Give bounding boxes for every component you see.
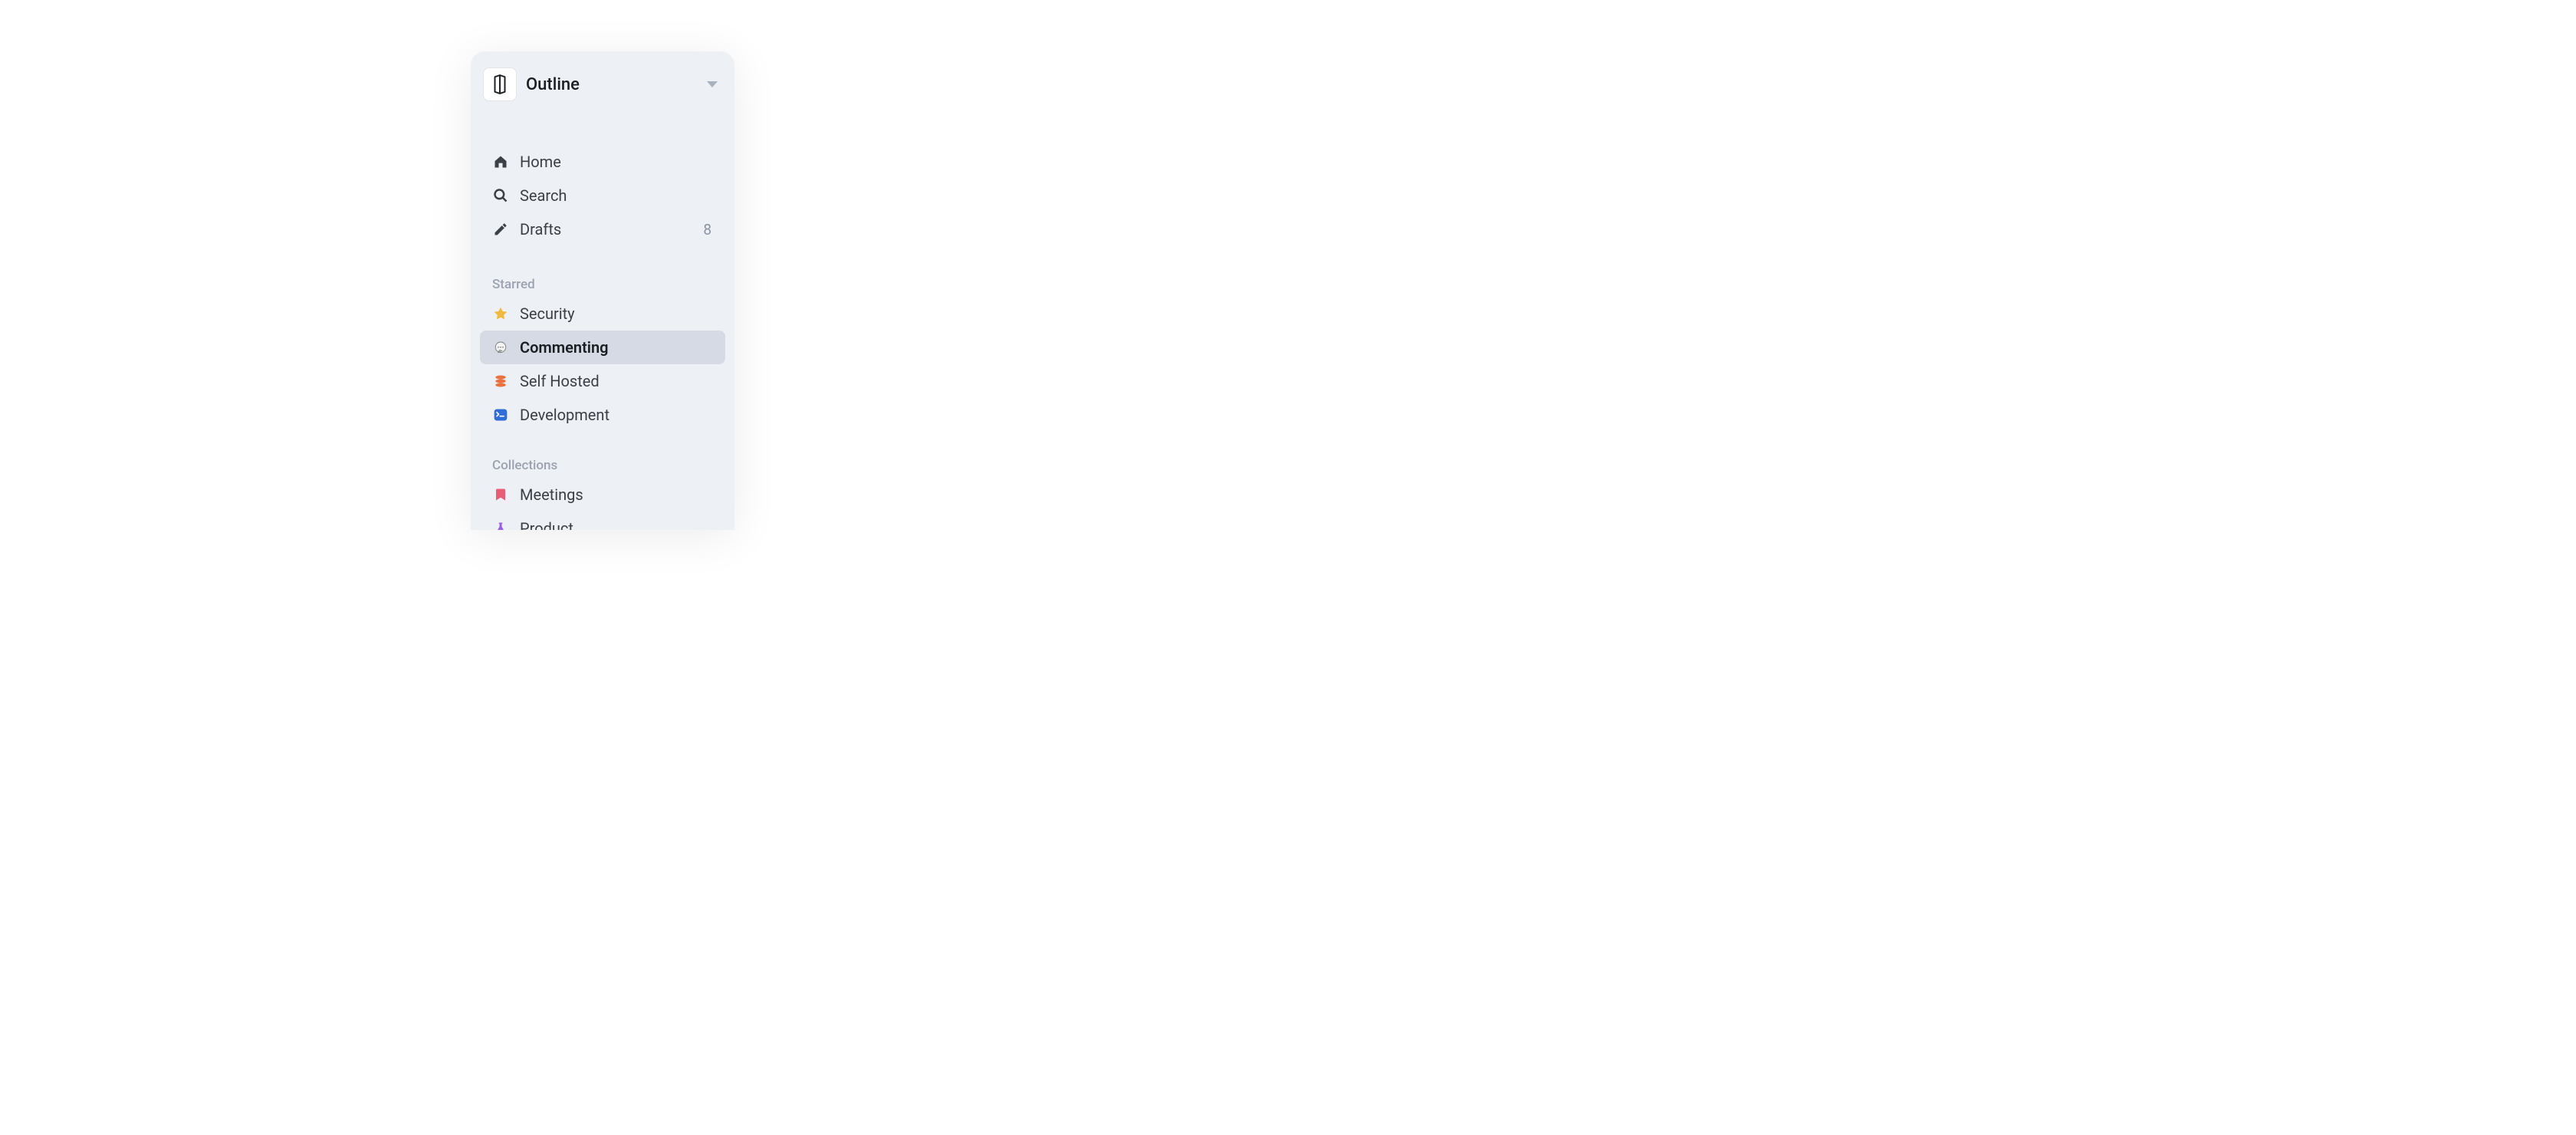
nav-home[interactable]: Home (480, 145, 725, 179)
collections-section-header: Collections (477, 450, 728, 478)
starred-item-label: Security (520, 304, 713, 323)
nav-drafts-label: Drafts (520, 220, 703, 239)
starred-item-label: Self Hosted (520, 372, 713, 390)
starred-section-header: Starred (477, 269, 728, 297)
starred-item-development[interactable]: Development (480, 398, 725, 432)
search-icon (492, 187, 509, 204)
flask-icon (492, 520, 509, 530)
stack-icon (492, 373, 509, 390)
nav-search[interactable]: Search (480, 179, 725, 212)
terminal-icon (492, 406, 509, 423)
starred-item-label: Development (520, 406, 713, 424)
drafts-count-badge: 8 (703, 221, 711, 239)
starred-item-commenting[interactable]: Commenting (480, 331, 725, 364)
star-icon (492, 305, 509, 322)
starred-item-security[interactable]: Security (480, 297, 725, 331)
workspace-logo (483, 67, 517, 101)
collection-item-label: Meetings (520, 485, 713, 504)
chat-bubble-icon (492, 339, 509, 356)
workspace-switcher[interactable]: Outline (477, 67, 728, 102)
collection-item-product[interactable]: Product (480, 512, 725, 530)
sidebar: Outline Home Search (471, 51, 734, 530)
collection-item-label: Product (520, 519, 713, 530)
primary-nav: Home Search Drafts 8 (477, 145, 728, 246)
workspace-name: Outline (526, 75, 707, 94)
starred-item-self-hosted[interactable]: Self Hosted (480, 364, 725, 398)
nav-search-label: Search (520, 186, 713, 205)
outline-logo-icon (490, 74, 510, 94)
home-icon (492, 153, 509, 170)
chevron-down-icon (707, 81, 718, 87)
pencil-icon (492, 221, 509, 238)
nav-home-label: Home (520, 153, 713, 171)
collection-item-meetings[interactable]: Meetings (480, 478, 725, 512)
bookmark-icon (492, 486, 509, 503)
starred-item-label: Commenting (520, 338, 713, 357)
nav-drafts[interactable]: Drafts 8 (480, 212, 725, 246)
